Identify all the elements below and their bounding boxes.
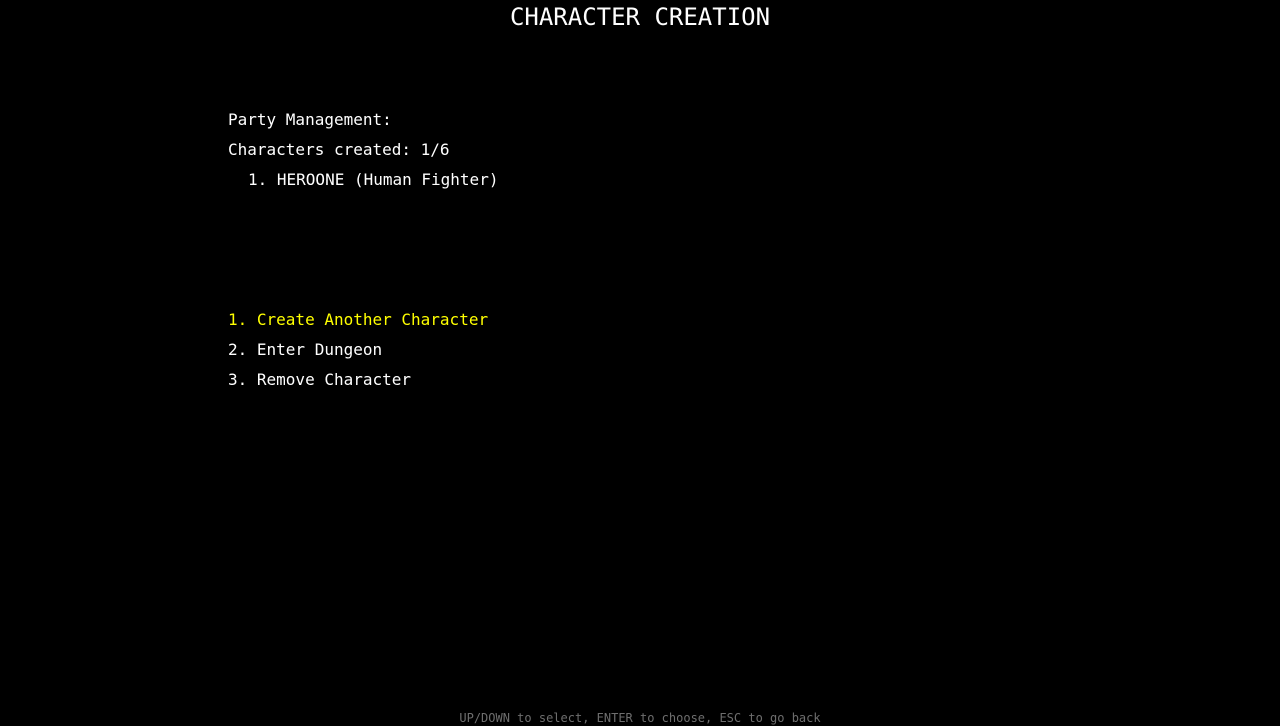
party-management-heading: Party Management: — [228, 110, 392, 129]
party-character-entry: 1. HEROONE (Human Fighter) — [248, 170, 499, 189]
controls-hint: UP/DOWN to select, ENTER to choose, ESC … — [459, 711, 821, 725]
menu-item-remove-character[interactable]: 3. Remove Character — [228, 370, 411, 390]
screen-title: CHARACTER CREATION — [509, 3, 771, 31]
characters-created-count: Characters created: 1/6 — [228, 140, 450, 159]
menu-item-create-another-character[interactable]: 1. Create Another Character — [228, 310, 488, 330]
menu-item-enter-dungeon[interactable]: 2. Enter Dungeon — [228, 340, 382, 360]
